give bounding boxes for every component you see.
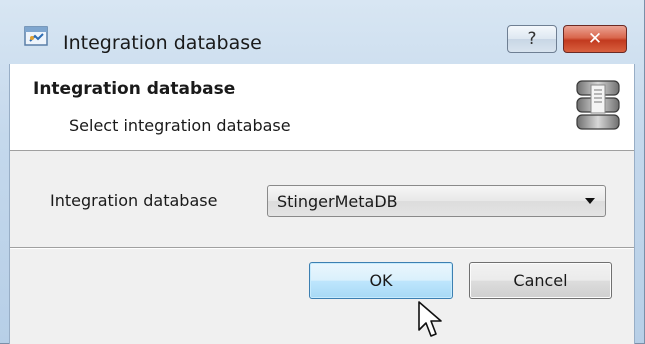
integration-database-select[interactable]: StingerMetaDB: [267, 185, 606, 217]
database-icon: [576, 80, 620, 130]
dialog-window: Integration database ? ✕ Integration dat…: [0, 0, 645, 344]
title-bar[interactable]: Integration database ? ✕: [0, 0, 645, 64]
help-button[interactable]: ?: [507, 25, 557, 53]
header-title: Integration database: [33, 79, 236, 99]
chevron-down-icon: [585, 198, 595, 204]
close-icon: ✕: [587, 29, 603, 49]
dialog-body: Integration database Select integration …: [9, 64, 635, 344]
app-icon: [24, 26, 48, 46]
cancel-button[interactable]: Cancel: [469, 262, 612, 299]
window-title: Integration database: [63, 32, 262, 54]
dialog-header: Integration database Select integration …: [10, 64, 634, 151]
footer-divider-highlight: [10, 248, 634, 249]
close-button[interactable]: ✕: [563, 25, 627, 53]
header-subtitle: Select integration database: [69, 116, 291, 135]
integration-database-label: Integration database: [50, 191, 218, 210]
ok-button[interactable]: OK: [309, 262, 453, 299]
mouse-cursor-icon: [418, 301, 442, 337]
select-value: StingerMetaDB: [277, 192, 398, 211]
